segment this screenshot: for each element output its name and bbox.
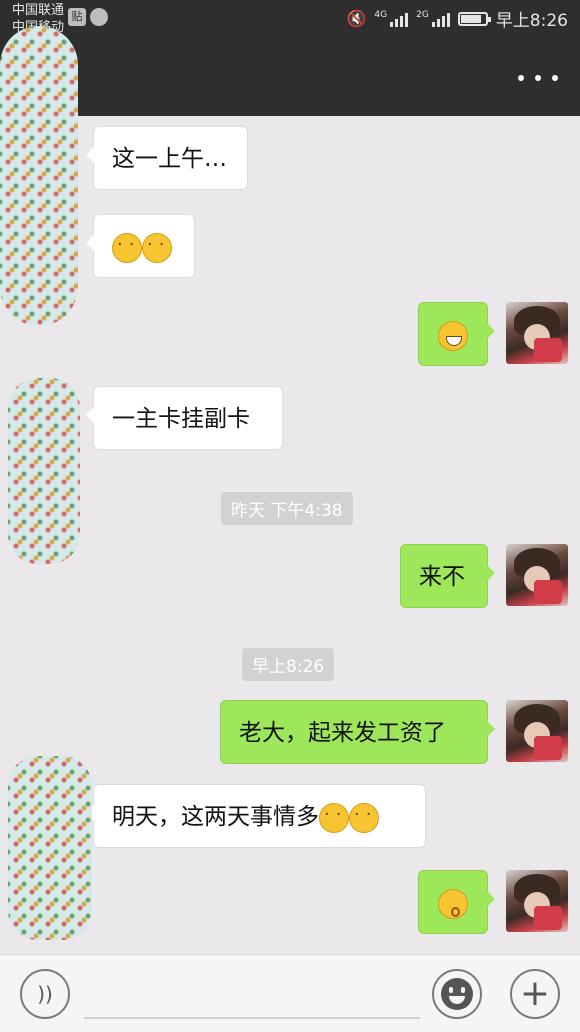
message-text: 来不 bbox=[419, 564, 465, 590]
message-bubble-outgoing[interactable]: 来不 bbox=[400, 544, 495, 608]
message-bubble-outgoing[interactable] bbox=[418, 870, 495, 934]
self-avatar[interactable] bbox=[506, 700, 568, 762]
voice-icon[interactable]: )) bbox=[20, 969, 70, 1019]
message-bubble-incoming[interactable]: 一主卡挂副卡 bbox=[86, 386, 283, 450]
notification-icons: 贴 bbox=[68, 8, 108, 26]
status-indicators: 🔇 4G 2G 早上8:26 bbox=[346, 6, 568, 31]
top-bar: 中国联通 中国移动 贴 🔇 4G 2G 早上8:26 bbox=[0, 0, 580, 116]
message-bubble-outgoing[interactable] bbox=[418, 302, 495, 366]
message-text: 老大，起来发工资了 bbox=[239, 720, 446, 746]
message-bubble-incoming[interactable]: 这一上午… bbox=[86, 126, 248, 190]
message-bubble-incoming[interactable]: 明天，这两天事情多 bbox=[86, 784, 426, 848]
carrier-1: 中国联通 bbox=[12, 3, 65, 18]
mute-icon: 🔇 bbox=[346, 9, 367, 28]
self-avatar[interactable] bbox=[506, 870, 568, 932]
message-bubble-incoming[interactable] bbox=[86, 214, 195, 278]
input-bar: )) + bbox=[0, 954, 580, 1032]
message-text: 明天，这两天事情多 bbox=[112, 804, 319, 830]
timestamp: 昨天 下午4:38 bbox=[221, 492, 353, 525]
message-text: 这一上午… bbox=[112, 146, 227, 172]
message-text: 一主卡挂副卡 bbox=[112, 406, 250, 432]
message-bubble-outgoing[interactable]: 老大，起来发工资了 bbox=[220, 700, 495, 764]
laugh-cry-emoji-icon bbox=[142, 230, 172, 263]
chat-area[interactable]: 这一上午… 一主卡挂副卡 昨天 下午4:38 来不 早上8:26 老大，起来发工… bbox=[0, 26, 580, 954]
self-avatar[interactable] bbox=[506, 544, 568, 606]
more-dots-icon[interactable] bbox=[518, 64, 558, 92]
kiss-emoji-icon bbox=[438, 888, 468, 919]
sticker-icon[interactable] bbox=[432, 969, 482, 1019]
signal-2-icon: 2G bbox=[416, 9, 450, 27]
plus-icon[interactable]: + bbox=[510, 969, 560, 1019]
message-input[interactable] bbox=[84, 1017, 420, 1019]
signal-2-label: 2G bbox=[416, 9, 429, 20]
signal-1-label: 4G bbox=[374, 9, 388, 20]
laugh-cry-emoji-icon bbox=[349, 800, 379, 833]
notification-app-icon bbox=[90, 8, 108, 26]
laugh-cry-emoji-icon bbox=[319, 800, 349, 833]
timestamp: 早上8:26 bbox=[242, 648, 335, 681]
signal-1-icon: 4G bbox=[374, 9, 409, 27]
contact-avatar[interactable] bbox=[0, 26, 78, 326]
contact-avatar[interactable] bbox=[8, 756, 92, 940]
clock: 早上8:26 bbox=[495, 11, 568, 31]
laugh-cry-emoji-icon bbox=[112, 230, 142, 263]
notification-badge-icon: 贴 bbox=[68, 8, 86, 26]
grin-emoji-icon bbox=[438, 320, 468, 351]
self-avatar[interactable] bbox=[506, 302, 568, 364]
battery-icon bbox=[457, 11, 491, 26]
contact-avatar[interactable] bbox=[8, 378, 80, 564]
